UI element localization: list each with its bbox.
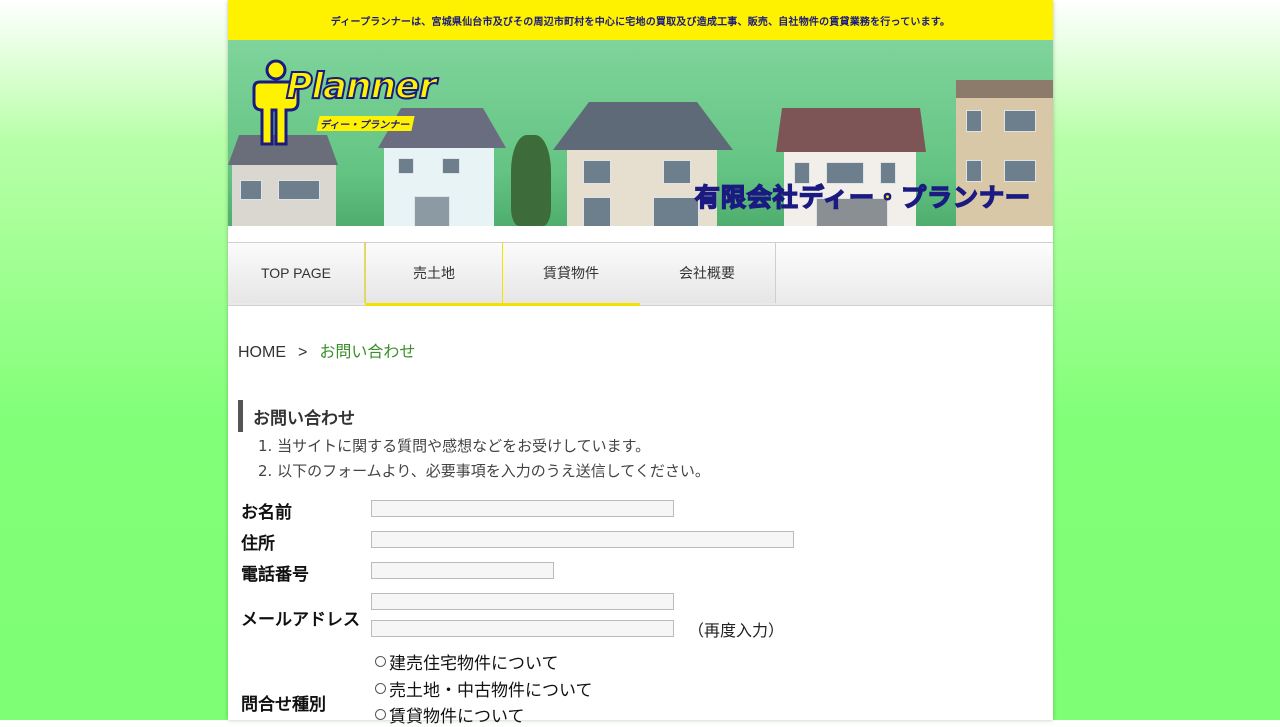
- intro-notes: 1. 当サイトに関する質問や感想などをお受けしています。 2. 以下のフォームよ…: [258, 434, 710, 484]
- logo-text: Planner: [285, 65, 437, 108]
- breadcrumb-separator: >: [298, 344, 308, 361]
- email-confirm-field[interactable]: [371, 620, 674, 637]
- tree-decoration: [511, 135, 551, 226]
- radio-button[interactable]: [375, 656, 386, 667]
- top-notice-text: ディープランナーは、宮城県仙台市及びその周辺市町村を中心に宅地の買取及び造成工事…: [330, 16, 951, 28]
- logo-subtext: ディー・プランナー: [316, 116, 415, 131]
- header-banner: Planner ディー・プランナー 有限会社ディー・プランナー: [228, 40, 1053, 226]
- radio-button[interactable]: [375, 709, 386, 720]
- phone-field[interactable]: [371, 562, 554, 579]
- intro-note-2: 2. 以下のフォームより、必要事項を入力のうえ送信してください。: [258, 462, 710, 480]
- inquiry-type-label: 問合せ種別: [241, 695, 326, 715]
- email-field[interactable]: [371, 593, 674, 610]
- nav-company-profile[interactable]: 会社概要: [639, 243, 776, 303]
- name-field[interactable]: [371, 500, 674, 517]
- inquiry-type-option-3[interactable]: 賃貸物件について: [375, 702, 525, 727]
- breadcrumb-current: お問い合わせ: [319, 344, 416, 361]
- company-name: 有限会社ディー・プランナー: [694, 182, 1031, 213]
- email-label: メールアドレス: [241, 610, 360, 630]
- inquiry-type-option-label: 賃貸物件について: [389, 707, 525, 727]
- dplanner-logo[interactable]: Planner ディー・プランナー: [246, 58, 437, 153]
- intro-note-1: 1. 当サイトに関する質問や感想などをお受けしています。: [258, 437, 651, 455]
- name-label: お名前: [241, 503, 292, 523]
- inquiry-type-option-1[interactable]: 建売住宅物件について: [375, 649, 559, 674]
- inquiry-type-option-label: 売土地・中古物件について: [389, 681, 593, 701]
- page-container: ディープランナーは、宮城県仙台市及びその周辺市町村を中心に宅地の買取及び造成工事…: [228, 0, 1053, 727]
- address-label: 住所: [241, 534, 275, 554]
- inquiry-type-option-label: 建売住宅物件について: [389, 654, 559, 674]
- breadcrumb-home[interactable]: HOME: [238, 344, 286, 361]
- address-field[interactable]: [371, 531, 794, 548]
- breadcrumb: HOME > お問い合わせ: [238, 338, 415, 362]
- email-confirm-note: （再度入力）: [688, 621, 785, 640]
- nav-top-page[interactable]: TOP PAGE: [228, 243, 365, 303]
- nav-land-for-sale[interactable]: 売土地: [365, 243, 503, 306]
- phone-label: 電話番号: [241, 565, 309, 585]
- radio-button[interactable]: [375, 683, 386, 694]
- page-title: お問い合わせ: [238, 400, 355, 432]
- top-notice-bar: ディープランナーは、宮城県仙台市及びその周辺市町村を中心に宅地の買取及び造成工事…: [228, 0, 1053, 40]
- inquiry-type-option-2[interactable]: 売土地・中古物件について: [375, 676, 593, 701]
- nav-rental-properties[interactable]: 賃貸物件: [502, 243, 640, 306]
- global-nav: TOP PAGE 売土地 賃貸物件 会社概要: [228, 242, 1053, 306]
